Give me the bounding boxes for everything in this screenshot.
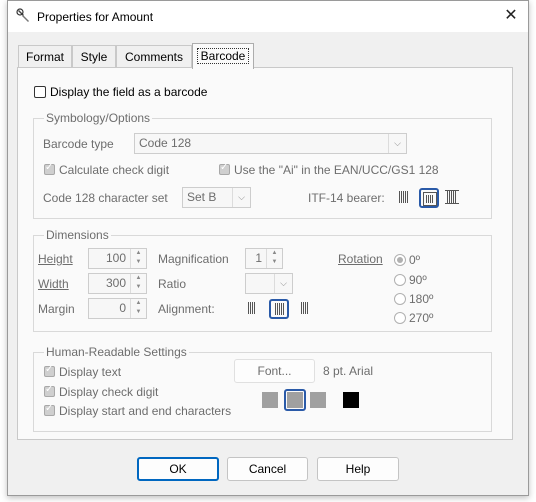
tab-style[interactable]: Style [72, 45, 116, 67]
ratio-label: Ratio [158, 277, 187, 291]
rotation-0-radio[interactable] [394, 254, 406, 266]
rotation-180-label: 180º [409, 292, 434, 306]
barcode-type-select[interactable]: Code 128 ⌵ [134, 133, 407, 154]
tools-icon [16, 8, 29, 22]
use-ai-label: Use the "Ai" in the EAN/UCC/GS1 128 [234, 163, 439, 177]
rotation-270-label: 270º [409, 311, 434, 325]
display-text-label: Display text [59, 365, 122, 379]
display-start-end-checkbox[interactable] [44, 403, 55, 416]
rotation-label: Rotation [338, 252, 383, 266]
itf-bearer-none-icon[interactable] [396, 188, 416, 208]
rotation-270-radio[interactable] [394, 312, 406, 324]
margin-spinner[interactable]: 0 ▲ ▼ [88, 298, 147, 319]
close-button[interactable]: ✕ [500, 5, 522, 27]
charset-label: Code 128 character set [43, 191, 168, 205]
rotation-90-radio[interactable] [394, 274, 406, 286]
magnification-label: Magnification [158, 252, 229, 266]
calc-check-digit-label: Calculate check digit [59, 163, 170, 177]
align-right-icon[interactable] [295, 299, 315, 319]
help-button[interactable]: Help [317, 457, 399, 481]
rotation-180-radio[interactable] [394, 293, 406, 305]
magnification-spinner[interactable]: 1 ▲ ▼ [245, 248, 283, 269]
cancel-button[interactable]: Cancel [227, 457, 308, 481]
itf-bearer-bars-icon[interactable] [443, 188, 463, 208]
charset-select[interactable]: Set B ⌵ [182, 187, 251, 208]
itf-bearer-frame-icon[interactable] [419, 188, 439, 208]
rotation-0-label: 0º [409, 253, 421, 267]
display-barcode-label: Display the field as a barcode [50, 85, 208, 99]
width-spinner[interactable]: 300 ▲ ▼ [88, 273, 147, 294]
window-title: Properties for Amount [37, 10, 154, 24]
symbology-legend: Symbology/Options [44, 111, 153, 125]
rotation-90-label: 90º [409, 273, 427, 287]
text-position-above-swatch[interactable] [262, 392, 278, 408]
height-label: Height [38, 252, 73, 266]
dimensions-legend: Dimensions [44, 228, 111, 242]
chevron-down-icon: ⌵ [388, 134, 406, 153]
barcode-type-label: Barcode type [43, 137, 114, 151]
tab-barcode[interactable]: Barcode [192, 43, 254, 69]
text-position-selected-swatch[interactable] [284, 389, 306, 411]
chevron-down-icon: ⌵ [232, 188, 250, 207]
text-color-swatch[interactable] [343, 392, 359, 408]
display-barcode-checkbox[interactable] [34, 86, 46, 98]
tab-format[interactable]: Format [18, 45, 72, 67]
display-text-checkbox[interactable] [44, 364, 55, 377]
font-value: 8 pt. Arial [323, 364, 374, 378]
use-ai-checkbox[interactable] [219, 162, 230, 175]
itf-bearer-label: ITF-14 bearer: [308, 191, 385, 205]
align-center-icon[interactable] [269, 299, 289, 319]
ok-button[interactable]: OK [137, 457, 219, 481]
tab-comments[interactable]: Comments [116, 45, 192, 67]
title-bar: Properties for Amount ✕ [8, 1, 528, 32]
display-start-end-label: Display start and end characters [59, 404, 232, 418]
ratio-select[interactable]: ⌵ [245, 273, 293, 294]
chevron-down-icon: ⌵ [274, 274, 292, 293]
text-position-below-swatch[interactable] [310, 392, 326, 408]
height-spinner[interactable]: 100 ▲ ▼ [88, 248, 147, 269]
align-left-icon[interactable] [245, 299, 265, 319]
calc-check-digit-checkbox[interactable] [44, 162, 55, 175]
font-button[interactable]: Font... [234, 359, 315, 383]
display-check-digit-checkbox[interactable] [44, 384, 55, 397]
display-check-digit-label: Display check digit [59, 385, 159, 399]
margin-label: Margin [38, 302, 75, 316]
width-label: Width [38, 277, 69, 291]
alignment-label: Alignment: [158, 302, 215, 316]
human-readable-legend: Human-Readable Settings [44, 345, 189, 359]
